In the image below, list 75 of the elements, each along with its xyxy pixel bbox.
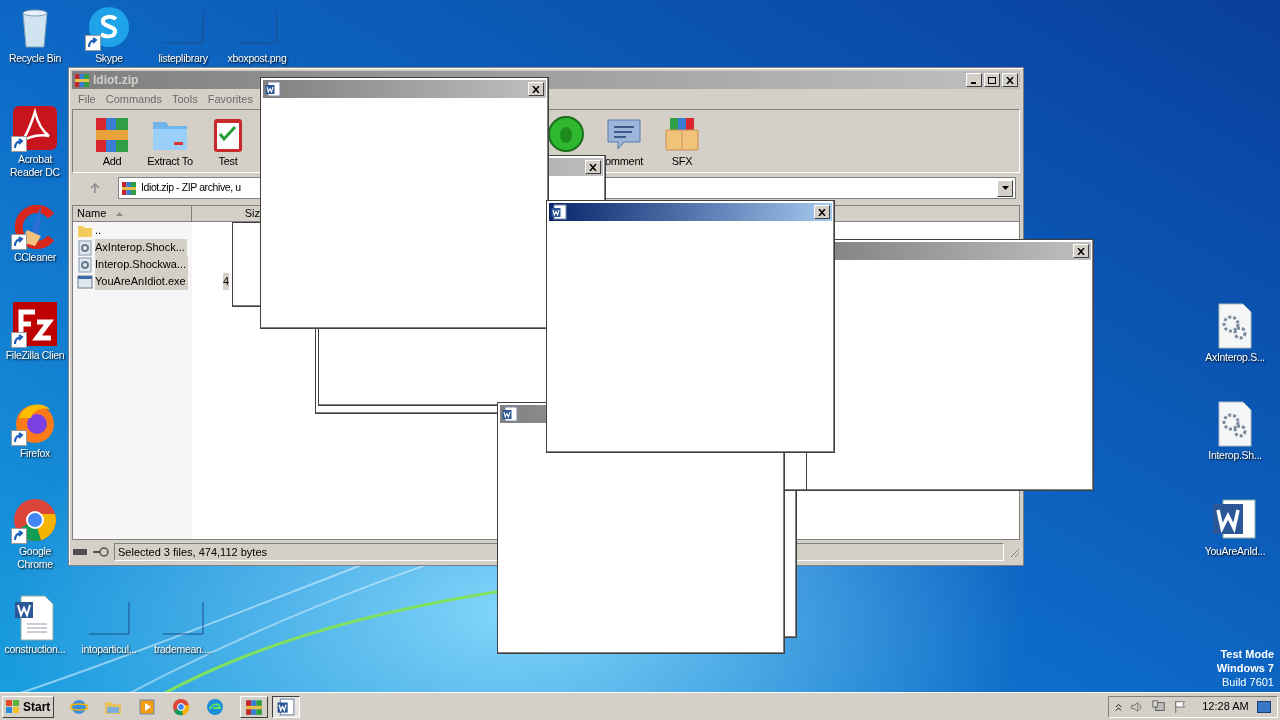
sort-up-icon	[116, 211, 124, 216]
desktop-icon-label[interactable]: AxInterop.S...	[1205, 351, 1265, 364]
gear-file-icon	[77, 256, 93, 273]
desktop-icon-label[interactable]: Firefox	[20, 447, 50, 460]
toolbar-button[interactable]: omment	[595, 114, 653, 168]
close-button[interactable]	[528, 82, 544, 96]
archive-books-icon	[121, 180, 137, 196]
desktop-icon-label[interactable]: Acrobat Reader DC	[2, 153, 68, 179]
desktop-icon-label[interactable]: Google Chrome	[2, 545, 68, 571]
bug-shield-icon	[546, 114, 586, 154]
taskbar-button[interactable]	[272, 695, 300, 718]
key-icon	[92, 547, 110, 557]
desktop-icon-label[interactable]: listeplibrary	[158, 52, 208, 65]
archive-books-icon	[245, 697, 263, 716]
caret-icon	[1001, 186, 1009, 190]
play-button-icon	[138, 697, 156, 716]
word-document-icon	[277, 697, 295, 716]
word-document-icon	[551, 204, 567, 220]
desktop-icon-label[interactable]: YouAreAnId...	[1204, 545, 1266, 558]
toolbar-button[interactable]: Test	[199, 114, 257, 168]
drive-icon	[72, 548, 88, 556]
up-arrow-icon	[89, 182, 101, 194]
close-button[interactable]	[814, 205, 830, 219]
e-globe-icon	[70, 697, 88, 716]
os-watermark-text: Test Mode	[1220, 647, 1274, 661]
clock[interactable]: 12:28 AM	[1202, 698, 1249, 715]
word-document-icon	[265, 81, 281, 97]
toolbar-button[interactable]: Extract To	[141, 114, 199, 168]
show-desktop-button[interactable]	[1256, 700, 1271, 713]
word-document-icon	[502, 406, 518, 422]
menu-item[interactable]: Tools	[170, 90, 200, 108]
toolbar-button[interactable]: SFX	[653, 114, 711, 168]
program-window-icon	[77, 273, 93, 290]
os-watermark-text: Build 7601	[1222, 675, 1274, 689]
close-button[interactable]	[585, 160, 601, 174]
close-icon	[818, 208, 826, 216]
close-button[interactable]	[1073, 244, 1089, 258]
close-button[interactable]	[1002, 73, 1018, 87]
quick-launch-button[interactable]	[138, 697, 156, 716]
close-icon	[532, 85, 540, 93]
close-icon	[1077, 247, 1085, 255]
quick-launch-button[interactable]	[172, 697, 190, 716]
wave-browser-icon	[206, 697, 224, 716]
menu-item[interactable]: File	[76, 90, 98, 108]
desktop-icon-label[interactable]: Interop.Sh...	[1208, 449, 1262, 462]
column-header[interactable]: Name	[73, 206, 192, 221]
browser-circle-icon	[172, 697, 190, 716]
app-books-icon	[74, 72, 90, 88]
menu-item[interactable]: Commands	[103, 90, 164, 108]
close-icon	[589, 163, 597, 171]
maximize-button[interactable]	[984, 73, 1000, 87]
dropdown-button[interactable]	[997, 179, 1013, 197]
desktop-icon-label[interactable]: CCleaner	[14, 251, 56, 264]
chevron-up-icon[interactable]	[1115, 701, 1122, 712]
start-button[interactable]: Start	[2, 695, 54, 718]
os-watermark-text: Windows 7	[1216, 661, 1274, 675]
gear-file-icon	[77, 239, 93, 256]
desktop-icon-label[interactable]: FileZilla Clien	[5, 349, 65, 362]
windows-flag-icon	[5, 698, 21, 715]
minimize-button[interactable]	[966, 73, 982, 87]
close-icon	[1006, 76, 1014, 84]
menu-item[interactable]: Favorites	[205, 90, 255, 108]
file-row[interactable]: ..	[73, 222, 233, 239]
browser-circle-icon	[11, 496, 59, 544]
window-title: Idiot.zip	[93, 72, 139, 89]
column-header[interactable]: Siz	[192, 206, 260, 221]
resize-grip-icon	[1008, 546, 1020, 558]
toolbar-button[interactable]: Add	[83, 114, 141, 168]
maximize-icon	[988, 76, 996, 84]
table-cell: 4	[222, 273, 229, 290]
desktop-icon-label[interactable]: Skype	[95, 52, 123, 65]
fz-logo-icon	[11, 300, 59, 348]
desktop-icon-label[interactable]: Recycle Bin	[8, 52, 62, 65]
flag-icon[interactable]	[1174, 698, 1187, 715]
desktop-icon-label[interactable]: xboxpost.png	[227, 52, 287, 65]
